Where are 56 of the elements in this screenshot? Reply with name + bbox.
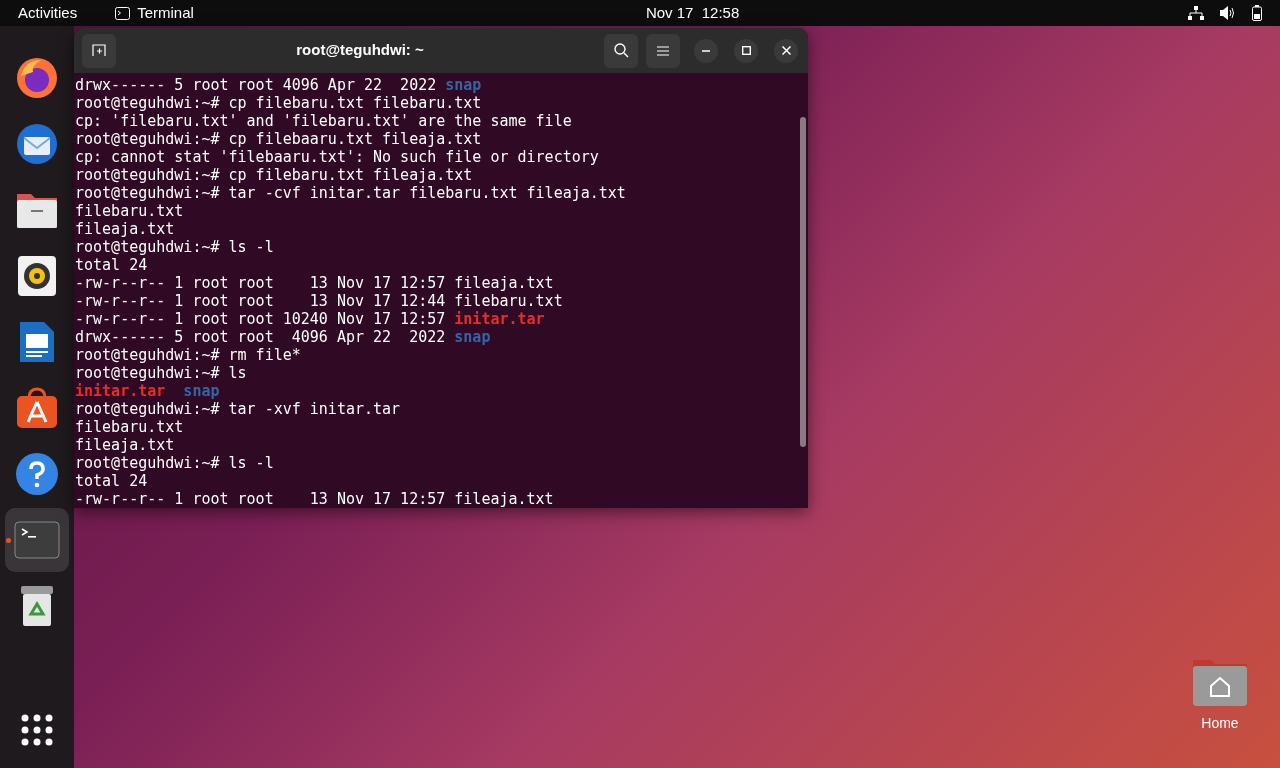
window-title: root@teguhdwi: ~ xyxy=(295,40,425,61)
trash-icon xyxy=(18,584,56,628)
terminal-line: root@teguhdwi:~# ls xyxy=(75,364,248,382)
terminal-line: filebaru.txt xyxy=(75,202,185,220)
terminal-line: cp: cannot stat 'filebaaru.txt': No such file or directory xyxy=(75,148,600,166)
menu-button[interactable] xyxy=(646,33,680,68)
clock[interactable]: Nov 17 12:58 xyxy=(645,1,740,25)
terminal-line: root@teguhdwi:~# cp filebaru.txt filebaru.txt xyxy=(75,94,483,112)
terminal-line: -rw-r--r-- 1 root root 10240 Nov 17 12:57 initar.tar xyxy=(75,310,546,328)
terminal-line: root@teguhdwi:~# rm file* xyxy=(75,346,302,364)
volume-icon[interactable] xyxy=(1220,6,1236,20)
battery-icon[interactable] xyxy=(1252,5,1262,21)
app-grid-icon[interactable] xyxy=(21,714,53,746)
new-tab-icon xyxy=(92,44,106,57)
minimize-icon xyxy=(702,49,710,52)
browser-icon xyxy=(15,56,59,100)
terminal-line: root@teguhdwi:~# cp filebaaru.txt fileaja.txt xyxy=(75,130,483,148)
terminal-line: root@teguhdwi:~# cp filebaru.txt fileaja.txt xyxy=(75,166,474,184)
close-icon xyxy=(781,46,791,55)
terminal-line: root@teguhdwi:~# tar -cvf initar.tar filebaru.txt fileaja.txt xyxy=(75,184,627,202)
terminal-icon xyxy=(115,6,131,20)
maximize-icon xyxy=(741,46,751,55)
terminal-line: initar.tar snap xyxy=(75,382,221,400)
terminal-line: drwx------ 5 root root 4096 Apr 22 2022 snap xyxy=(75,328,492,346)
terminal-line: root@teguhdwi:~# ls -l xyxy=(75,238,275,256)
terminal-line: total 24 xyxy=(75,256,149,274)
terminal-line: filebaru.txt xyxy=(75,418,185,436)
terminal-line: cp: 'filebaru.txt' and 'filebaru.txt' are the same file xyxy=(75,112,573,130)
minimize-button[interactable] xyxy=(694,38,718,63)
activities-button[interactable]: Activities xyxy=(18,1,78,25)
terminal-line: -rw-r--r-- 1 root root 13 Nov 17 12:57 fileaja.txt xyxy=(75,490,555,508)
terminal-line: fileaja.txt xyxy=(75,220,176,238)
network-icon[interactable] xyxy=(1188,6,1204,20)
terminal-line: root@teguhdwi:~# tar -xvf initar.tar xyxy=(75,400,402,418)
search-button[interactable] xyxy=(604,33,638,68)
scrollbar[interactable] xyxy=(800,117,806,447)
app-menu[interactable]: Terminal xyxy=(137,1,194,25)
speaker-icon xyxy=(17,255,57,297)
maximize-button[interactable] xyxy=(734,38,758,63)
terminal-line: -rw-r--r-- 1 root root 13 Nov 17 12:57 fileaja.txt xyxy=(75,274,555,292)
close-button[interactable] xyxy=(774,38,798,63)
help-icon xyxy=(15,452,59,496)
terminal-line: root@teguhdwi:~# ls -l xyxy=(75,454,275,472)
home-label[interactable]: Home xyxy=(1201,713,1239,734)
terminal-line: -rw-r--r-- 1 root root 13 Nov 17 12:44 filebaru.txt xyxy=(75,292,564,310)
shopping-bag-icon xyxy=(15,386,59,430)
terminal-icon xyxy=(14,521,60,559)
new-tab-button[interactable] xyxy=(82,33,116,68)
menu-icon xyxy=(657,45,669,56)
mail-icon xyxy=(14,122,60,166)
document-icon xyxy=(18,320,56,364)
terminal-line: drwx------ 5 root root 4096 Apr 22 2022 snap xyxy=(75,76,483,94)
search-icon xyxy=(613,43,629,58)
terminal-line: fileaja.txt xyxy=(75,436,176,454)
running-indicator xyxy=(6,538,11,543)
terminal-line: total 24 xyxy=(75,472,149,490)
